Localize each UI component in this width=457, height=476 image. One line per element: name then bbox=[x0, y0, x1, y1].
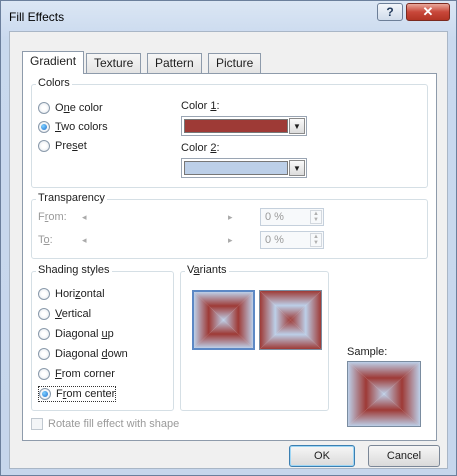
radio-diagonal-down-indicator[interactable] bbox=[38, 348, 50, 360]
gradient-panel: Colors One color Two colors Preset Color… bbox=[22, 73, 437, 441]
dialog-title: Fill Effects bbox=[9, 10, 65, 24]
radio-two-colors-indicator[interactable] bbox=[38, 121, 50, 133]
from-spinbox[interactable]: 0 % ▲ ▼ bbox=[260, 208, 324, 226]
to-slider[interactable]: ◂ ▸ bbox=[82, 234, 242, 250]
shading-styles-label: Shading styles bbox=[36, 264, 112, 276]
spin-arrows-icon[interactable]: ▲ ▼ bbox=[310, 233, 322, 247]
slider-right-arrow-icon[interactable]: ▸ bbox=[228, 235, 233, 246]
tab-texture[interactable]: Texture bbox=[86, 53, 142, 73]
radio-from-corner-indicator[interactable] bbox=[38, 368, 50, 380]
radio-from-center-indicator[interactable] bbox=[39, 388, 51, 400]
radio-diagonal-up[interactable]: Diagonal up bbox=[38, 326, 114, 342]
fill-effects-dialog: Fill Effects ? ✕ Gradient Texture Patter… bbox=[0, 0, 457, 476]
radio-preset[interactable]: Preset bbox=[38, 138, 87, 154]
sample-preview bbox=[347, 361, 421, 427]
transparency-group: Transparency From: ◂ ▸ 0 % ▲ ▼ To: ◂ ▸ 0 … bbox=[31, 192, 428, 259]
slider-left-arrow-icon[interactable]: ◂ bbox=[82, 235, 87, 246]
radio-from-center[interactable]: From center bbox=[38, 386, 117, 402]
dialog-client-area: Gradient Texture Pattern Picture Colors … bbox=[9, 31, 448, 469]
radio-vertical-indicator[interactable] bbox=[38, 308, 50, 320]
color-1-picker[interactable]: ▼ bbox=[181, 116, 307, 136]
shading-styles-group: Shading styles Horizontal Vertical Diago… bbox=[31, 264, 174, 411]
from-label: From: bbox=[38, 211, 67, 223]
radio-diagonal-down-label: Diagonal down bbox=[55, 348, 128, 360]
radio-two-colors[interactable]: Two colors bbox=[38, 119, 108, 135]
to-value: 0 % bbox=[265, 234, 284, 246]
color-2-label: Color 2: bbox=[181, 142, 220, 154]
radio-one-color[interactable]: One color bbox=[38, 100, 103, 116]
sample-preview-image bbox=[348, 362, 420, 426]
variants-group: Variants bbox=[180, 264, 329, 411]
title-bar: Fill Effects ? ✕ bbox=[1, 1, 456, 31]
variants-label: Variants bbox=[185, 264, 229, 276]
to-label: To: bbox=[38, 234, 53, 246]
cancel-button[interactable]: Cancel bbox=[368, 445, 440, 467]
spin-arrows-icon[interactable]: ▲ ▼ bbox=[310, 210, 322, 224]
rotate-fill-label: Rotate fill effect with shape bbox=[48, 418, 180, 430]
radio-horizontal-indicator[interactable] bbox=[38, 288, 50, 300]
radio-diagonal-down[interactable]: Diagonal down bbox=[38, 346, 128, 362]
radio-one-color-label: One color bbox=[55, 102, 103, 114]
radio-horizontal[interactable]: Horizontal bbox=[38, 286, 105, 302]
rotate-fill-checkbox[interactable]: Rotate fill effect with shape bbox=[31, 418, 179, 430]
radio-two-colors-label: Two colors bbox=[55, 121, 108, 133]
color-2-picker[interactable]: ▼ bbox=[181, 158, 307, 178]
transparency-label: Transparency bbox=[36, 192, 107, 204]
slider-right-arrow-icon[interactable]: ▸ bbox=[228, 212, 233, 223]
radio-vertical[interactable]: Vertical bbox=[38, 306, 91, 322]
from-value: 0 % bbox=[265, 211, 284, 223]
variant-center-dark-preview bbox=[194, 292, 253, 348]
chevron-down-icon[interactable]: ▼ bbox=[289, 118, 305, 134]
radio-diagonal-up-indicator[interactable] bbox=[38, 328, 50, 340]
radio-from-corner[interactable]: From corner bbox=[38, 366, 115, 382]
radio-preset-label: Preset bbox=[55, 140, 87, 152]
rotate-fill-checkbox-box[interactable] bbox=[31, 418, 43, 430]
color-1-swatch bbox=[184, 119, 288, 133]
variant-center-light-preview bbox=[260, 291, 321, 349]
close-button[interactable]: ✕ bbox=[406, 3, 450, 21]
tab-picture[interactable]: Picture bbox=[208, 53, 262, 73]
radio-horizontal-label: Horizontal bbox=[55, 288, 105, 300]
to-spinbox[interactable]: 0 % ▲ ▼ bbox=[260, 231, 324, 249]
tab-pattern[interactable]: Pattern bbox=[147, 53, 202, 73]
from-slider[interactable]: ◂ ▸ bbox=[82, 211, 242, 227]
help-button[interactable]: ? bbox=[377, 3, 403, 21]
radio-preset-indicator[interactable] bbox=[38, 140, 50, 152]
sample-label: Sample: bbox=[347, 346, 388, 358]
variant-center-dark[interactable] bbox=[192, 290, 255, 350]
radio-from-center-label: From center bbox=[56, 388, 116, 400]
colors-group: Colors One color Two colors Preset Color… bbox=[31, 77, 428, 188]
colors-group-label: Colors bbox=[36, 77, 72, 89]
tab-gradient[interactable]: Gradient bbox=[22, 51, 85, 74]
radio-from-corner-label: From corner bbox=[55, 368, 115, 380]
slider-left-arrow-icon[interactable]: ◂ bbox=[82, 212, 87, 223]
variant-center-light[interactable] bbox=[259, 290, 322, 350]
radio-diagonal-up-label: Diagonal up bbox=[55, 328, 114, 340]
chevron-down-icon[interactable]: ▼ bbox=[289, 160, 305, 176]
color-2-swatch bbox=[184, 161, 288, 175]
ok-button[interactable]: OK bbox=[289, 445, 355, 467]
color-1-label: Color 1: bbox=[181, 100, 220, 112]
radio-one-color-indicator[interactable] bbox=[38, 102, 50, 114]
radio-vertical-label: Vertical bbox=[55, 308, 92, 320]
